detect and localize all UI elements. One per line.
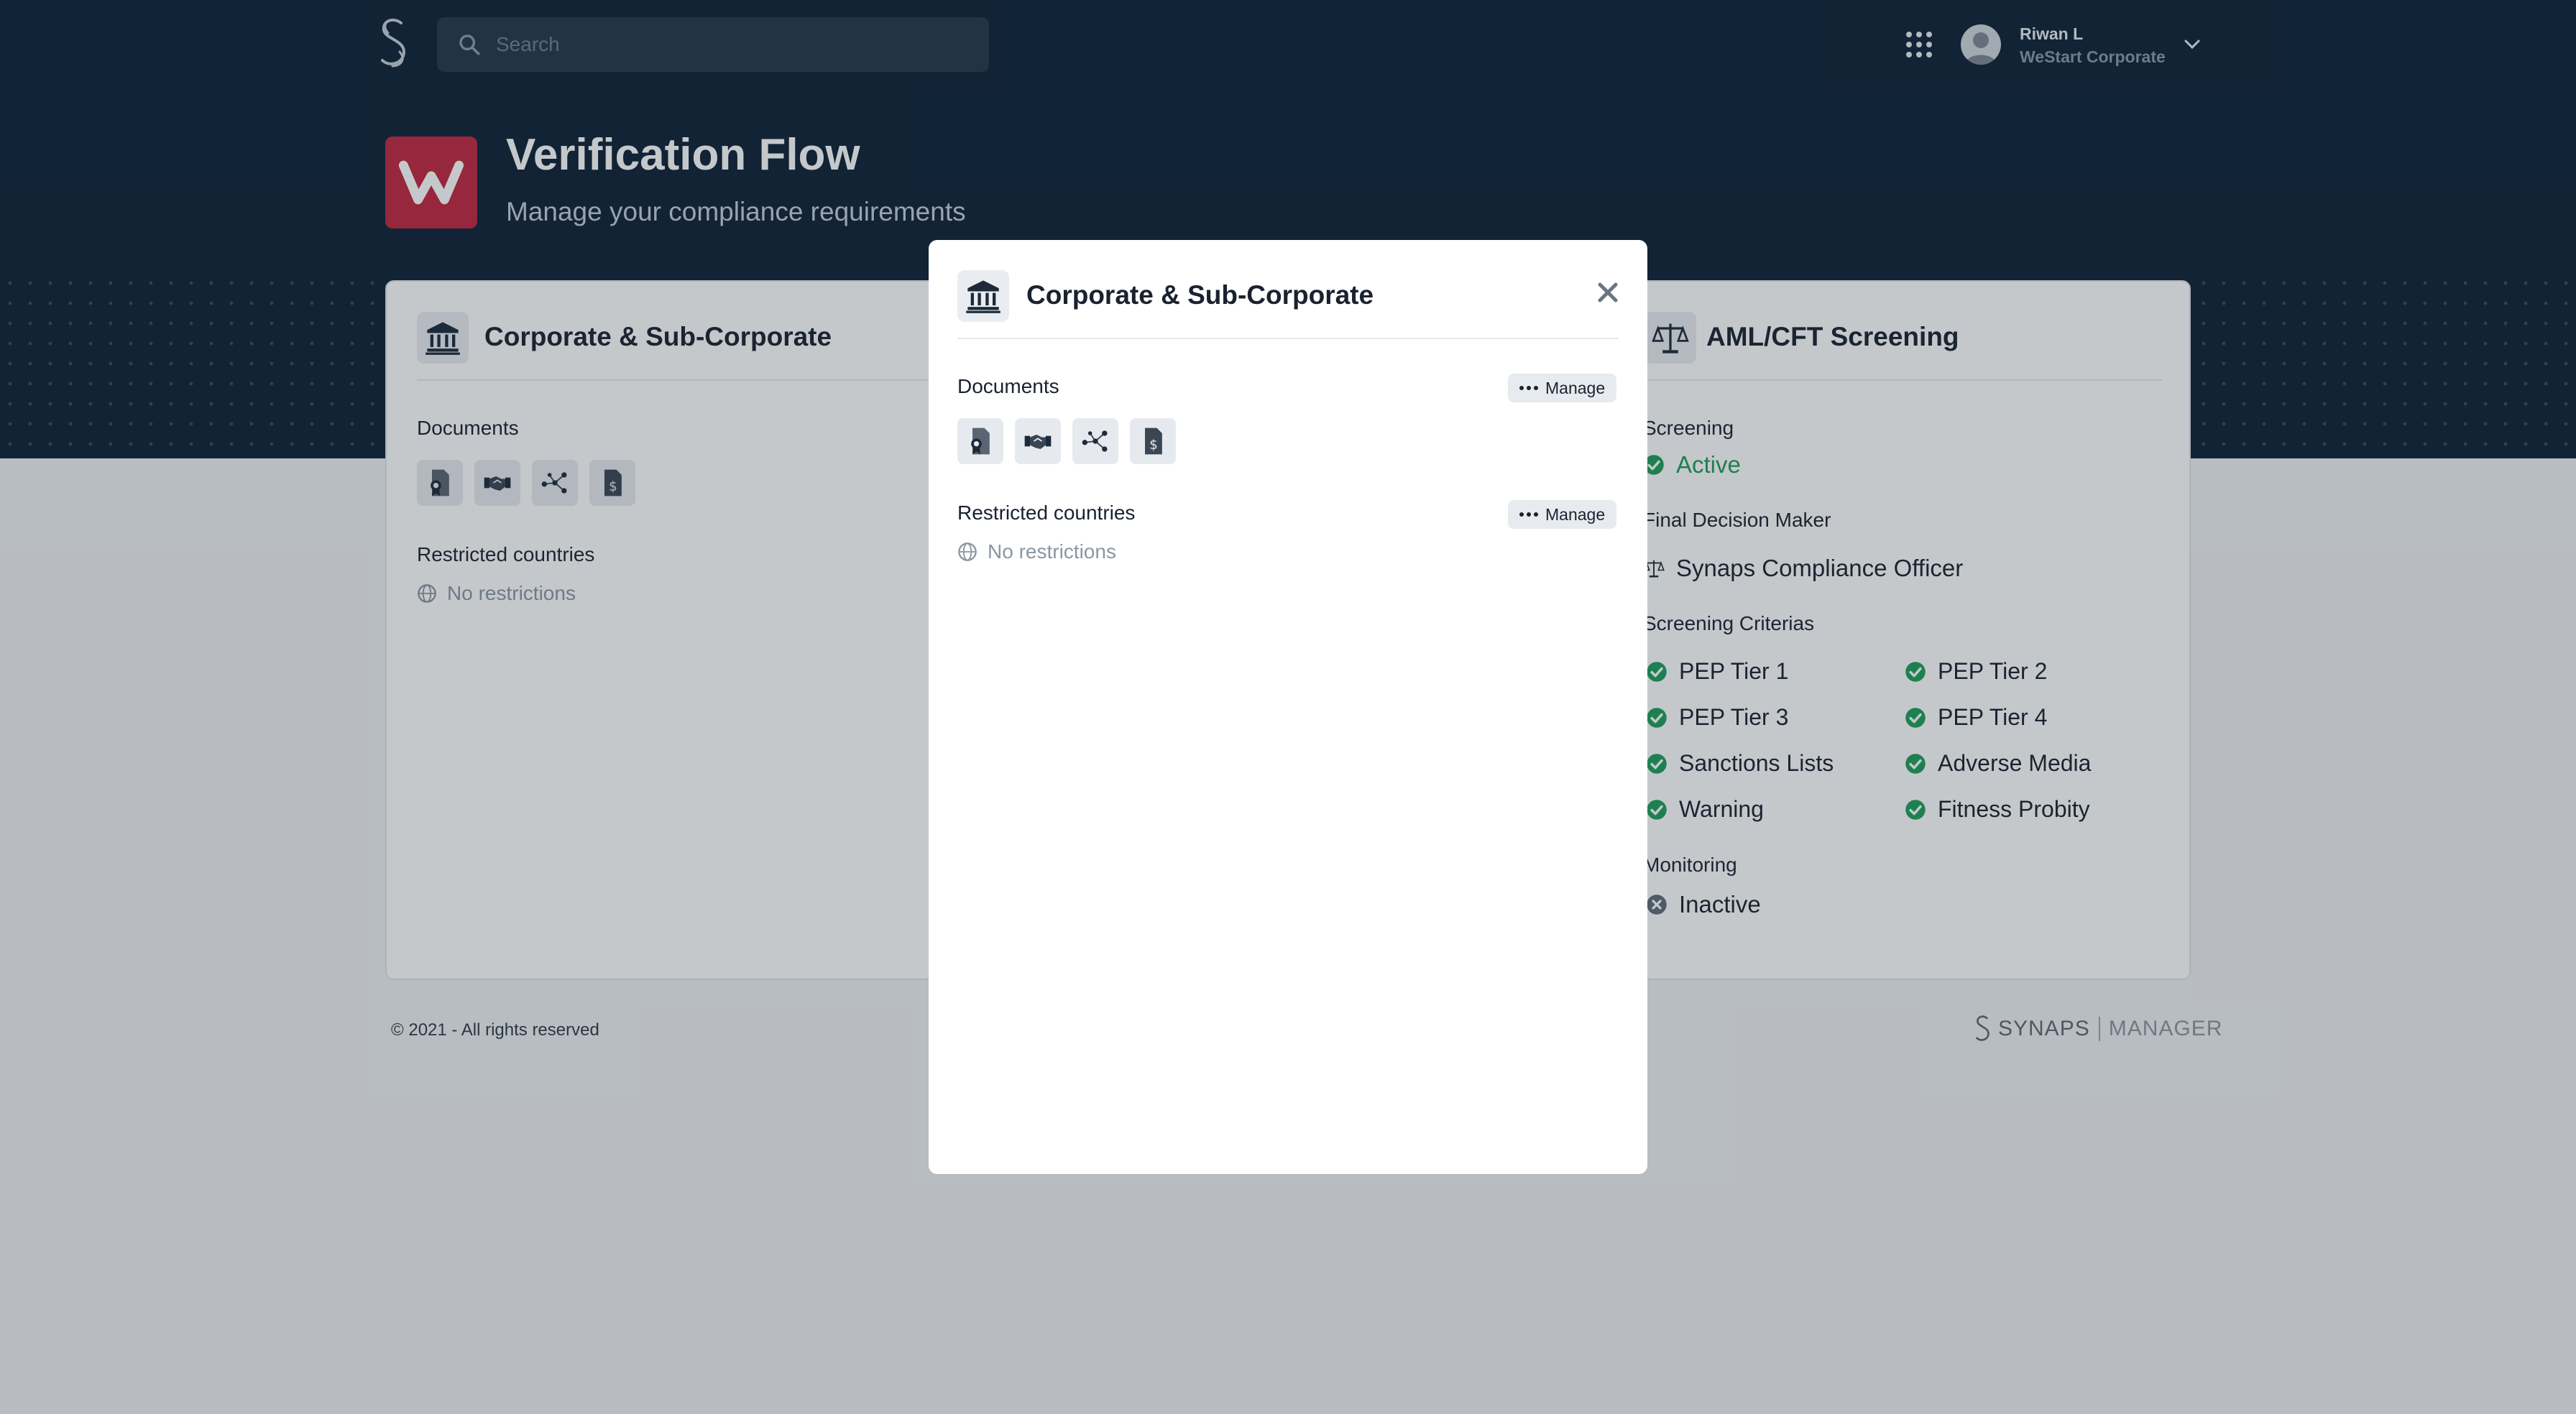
documents-label: Documents: [957, 375, 1059, 397]
manage-countries-button[interactable]: Manage: [1508, 500, 1617, 529]
close-icon[interactable]: [1593, 277, 1623, 308]
manage-button-label: Manage: [1545, 378, 1606, 397]
bank-icon: [957, 270, 1009, 322]
manage-documents-button[interactable]: Manage: [1508, 374, 1617, 402]
restricted-countries-label: Restricted countries: [957, 502, 1136, 524]
divider: [957, 338, 1619, 339]
modal-title: Corporate & Sub-Corporate: [1026, 280, 1374, 310]
more-dots-icon: [1519, 512, 1538, 517]
corporate-settings-modal: Corporate & Sub-Corporate Documents Mana…: [929, 240, 1647, 1174]
restriction-status: No restrictions: [957, 540, 1116, 563]
manage-button-label: Manage: [1545, 504, 1606, 524]
invoice-document-icon[interactable]: [1130, 418, 1176, 464]
handshake-icon[interactable]: [1015, 418, 1061, 464]
more-dots-icon: [1519, 386, 1538, 390]
document-list: [957, 418, 1176, 464]
network-icon[interactable]: [1072, 418, 1118, 464]
restriction-value: No restrictions: [988, 540, 1116, 563]
certificate-document-icon[interactable]: [957, 418, 1003, 464]
globe-icon: [957, 542, 978, 562]
